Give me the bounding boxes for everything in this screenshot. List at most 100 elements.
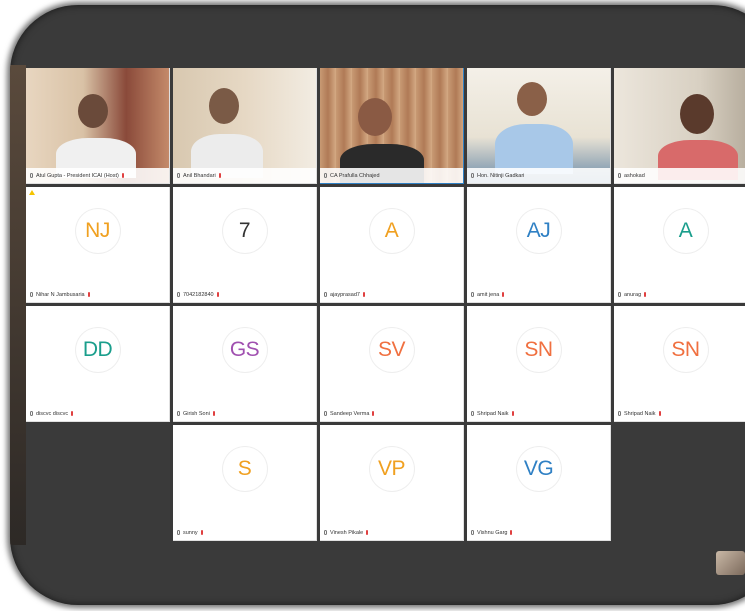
microphone-icon: [177, 173, 180, 178]
microphone-icon: [324, 173, 327, 178]
microphone-icon: [30, 292, 33, 297]
participant-name: amit jena: [477, 291, 500, 298]
participant-tile[interactable]: Hon. Nitinji Gadkari: [467, 68, 611, 184]
participant-tile[interactable]: GS Girish Soni: [173, 306, 317, 422]
microphone-icon: [471, 411, 474, 416]
participant-namebar: discvc discvc: [26, 406, 169, 421]
microphone-icon: [324, 292, 327, 297]
participant-tile[interactable]: AJ amit jena: [467, 187, 611, 303]
participant-name: Atul Gupta - President ICAI (Host): [36, 172, 119, 179]
microphone-icon: [618, 292, 621, 297]
microphone-icon: [471, 530, 474, 535]
muted-mic-icon: [362, 292, 365, 297]
muted-mic-icon: [216, 292, 219, 297]
participant-tile[interactable]: Atul Gupta - President ICAI (Host): [26, 68, 170, 184]
muted-mic-icon: [218, 173, 221, 178]
avatar: S: [222, 447, 267, 491]
participant-tile[interactable]: ashokad: [614, 68, 745, 184]
avatar: GS: [222, 328, 267, 372]
self-view-thumbnail[interactable]: [716, 551, 745, 575]
participant-namebar: Nihar N Jambusaria: [26, 287, 169, 302]
participant-namebar: ajayprasad7: [320, 287, 463, 302]
participant-namebar: Vinesh Pikale: [320, 525, 463, 540]
muted-mic-icon: [121, 173, 124, 178]
participant-tile[interactable]: SV Sandeep Verma: [320, 306, 464, 422]
participant-name: 7042182840: [183, 291, 214, 298]
microphone-icon: [618, 173, 621, 178]
participant-name: Hon. Nitinji Gadkari: [477, 172, 525, 179]
microphone-icon: [177, 411, 180, 416]
participant-name: Nihar N Jambusaria: [36, 291, 85, 298]
muted-mic-icon: [644, 292, 647, 297]
participant-grid: Atul Gupta - President ICAI (Host) Anil …: [26, 68, 745, 548]
participant-name: ajayprasad7: [330, 291, 360, 298]
participant-name: Shripad Naik: [477, 410, 509, 417]
participant-name: Shripad Naik: [624, 410, 656, 417]
participant-name: ashokad: [624, 172, 645, 179]
muted-mic-icon: [71, 411, 74, 416]
participant-tile[interactable]: Anil Bhandari: [173, 68, 317, 184]
participant-name: Girish Soni: [183, 410, 210, 417]
microphone-icon: [30, 173, 33, 178]
participant-namebar: Sandeep Verma: [320, 406, 463, 421]
microphone-icon: [177, 530, 180, 535]
side-video-strip: [10, 65, 26, 545]
participant-namebar: CA Prafulla Chhajed: [320, 168, 463, 183]
participant-namebar: amit jena: [467, 287, 610, 302]
participant-namebar: 7042182840: [173, 287, 316, 302]
muted-mic-icon: [510, 530, 513, 535]
participant-namebar: Girish Soni: [173, 406, 316, 421]
avatar: VP: [369, 447, 414, 491]
avatar: A: [369, 209, 414, 253]
participant-name: anurag: [624, 291, 642, 298]
microphone-icon: [471, 173, 474, 178]
participant-tile-active-speaker[interactable]: CA Prafulla Chhajed: [320, 68, 464, 184]
raised-hand-icon: [29, 190, 35, 195]
microphone-icon: [471, 292, 474, 297]
participant-tile[interactable]: VG Vishnu Garg: [467, 425, 611, 541]
avatar: AJ: [516, 209, 561, 253]
avatar: SV: [369, 328, 414, 372]
muted-mic-icon: [372, 411, 375, 416]
avatar: DD: [75, 328, 120, 372]
participant-namebar: anurag: [614, 287, 745, 302]
meeting-window: Atul Gupta - President ICAI (Host) Anil …: [10, 5, 745, 605]
microphone-icon: [324, 530, 327, 535]
muted-mic-icon: [366, 530, 369, 535]
avatar: 7: [222, 209, 267, 253]
muted-mic-icon: [212, 411, 215, 416]
participant-namebar: ashokad: [614, 168, 745, 183]
participant-name: CA Prafulla Chhajed: [330, 172, 380, 179]
participant-namebar: Shripad Naik: [467, 406, 610, 421]
participant-namebar: Shripad Naik: [614, 406, 745, 421]
participant-tile[interactable]: S sunny: [173, 425, 317, 541]
participant-tile[interactable]: NJ Nihar N Jambusaria: [26, 187, 170, 303]
participant-namebar: Vishnu Garg: [467, 525, 610, 540]
participant-name: Vinesh Pikale: [330, 529, 364, 536]
participant-namebar: sunny: [173, 525, 316, 540]
avatar: VG: [516, 447, 561, 491]
avatar: SN: [516, 328, 561, 372]
microphone-icon: [324, 411, 327, 416]
microphone-icon: [618, 411, 621, 416]
participant-name: discvc discvc: [36, 410, 69, 417]
avatar: NJ: [75, 209, 120, 253]
muted-mic-icon: [200, 530, 203, 535]
participant-tile[interactable]: A anurag: [614, 187, 745, 303]
participant-namebar: Anil Bhandari: [173, 168, 316, 183]
participant-tile[interactable]: SN Shripad Naik: [614, 306, 745, 422]
participant-tile[interactable]: SN Shripad Naik: [467, 306, 611, 422]
participant-tile[interactable]: VP Vinesh Pikale: [320, 425, 464, 541]
muted-mic-icon: [658, 411, 661, 416]
participant-tile[interactable]: DD discvc discvc: [26, 306, 170, 422]
participant-namebar: Hon. Nitinji Gadkari: [467, 168, 610, 183]
microphone-icon: [177, 292, 180, 297]
participant-tile[interactable]: A ajayprasad7: [320, 187, 464, 303]
participant-name: Vishnu Garg: [477, 529, 508, 536]
muted-mic-icon: [511, 411, 514, 416]
participant-name: Sandeep Verma: [330, 410, 370, 417]
participant-tile[interactable]: 7 7042182840: [173, 187, 317, 303]
participant-name: Anil Bhandari: [183, 172, 216, 179]
participant-name: sunny: [183, 529, 198, 536]
participant-namebar: Atul Gupta - President ICAI (Host): [26, 168, 169, 183]
